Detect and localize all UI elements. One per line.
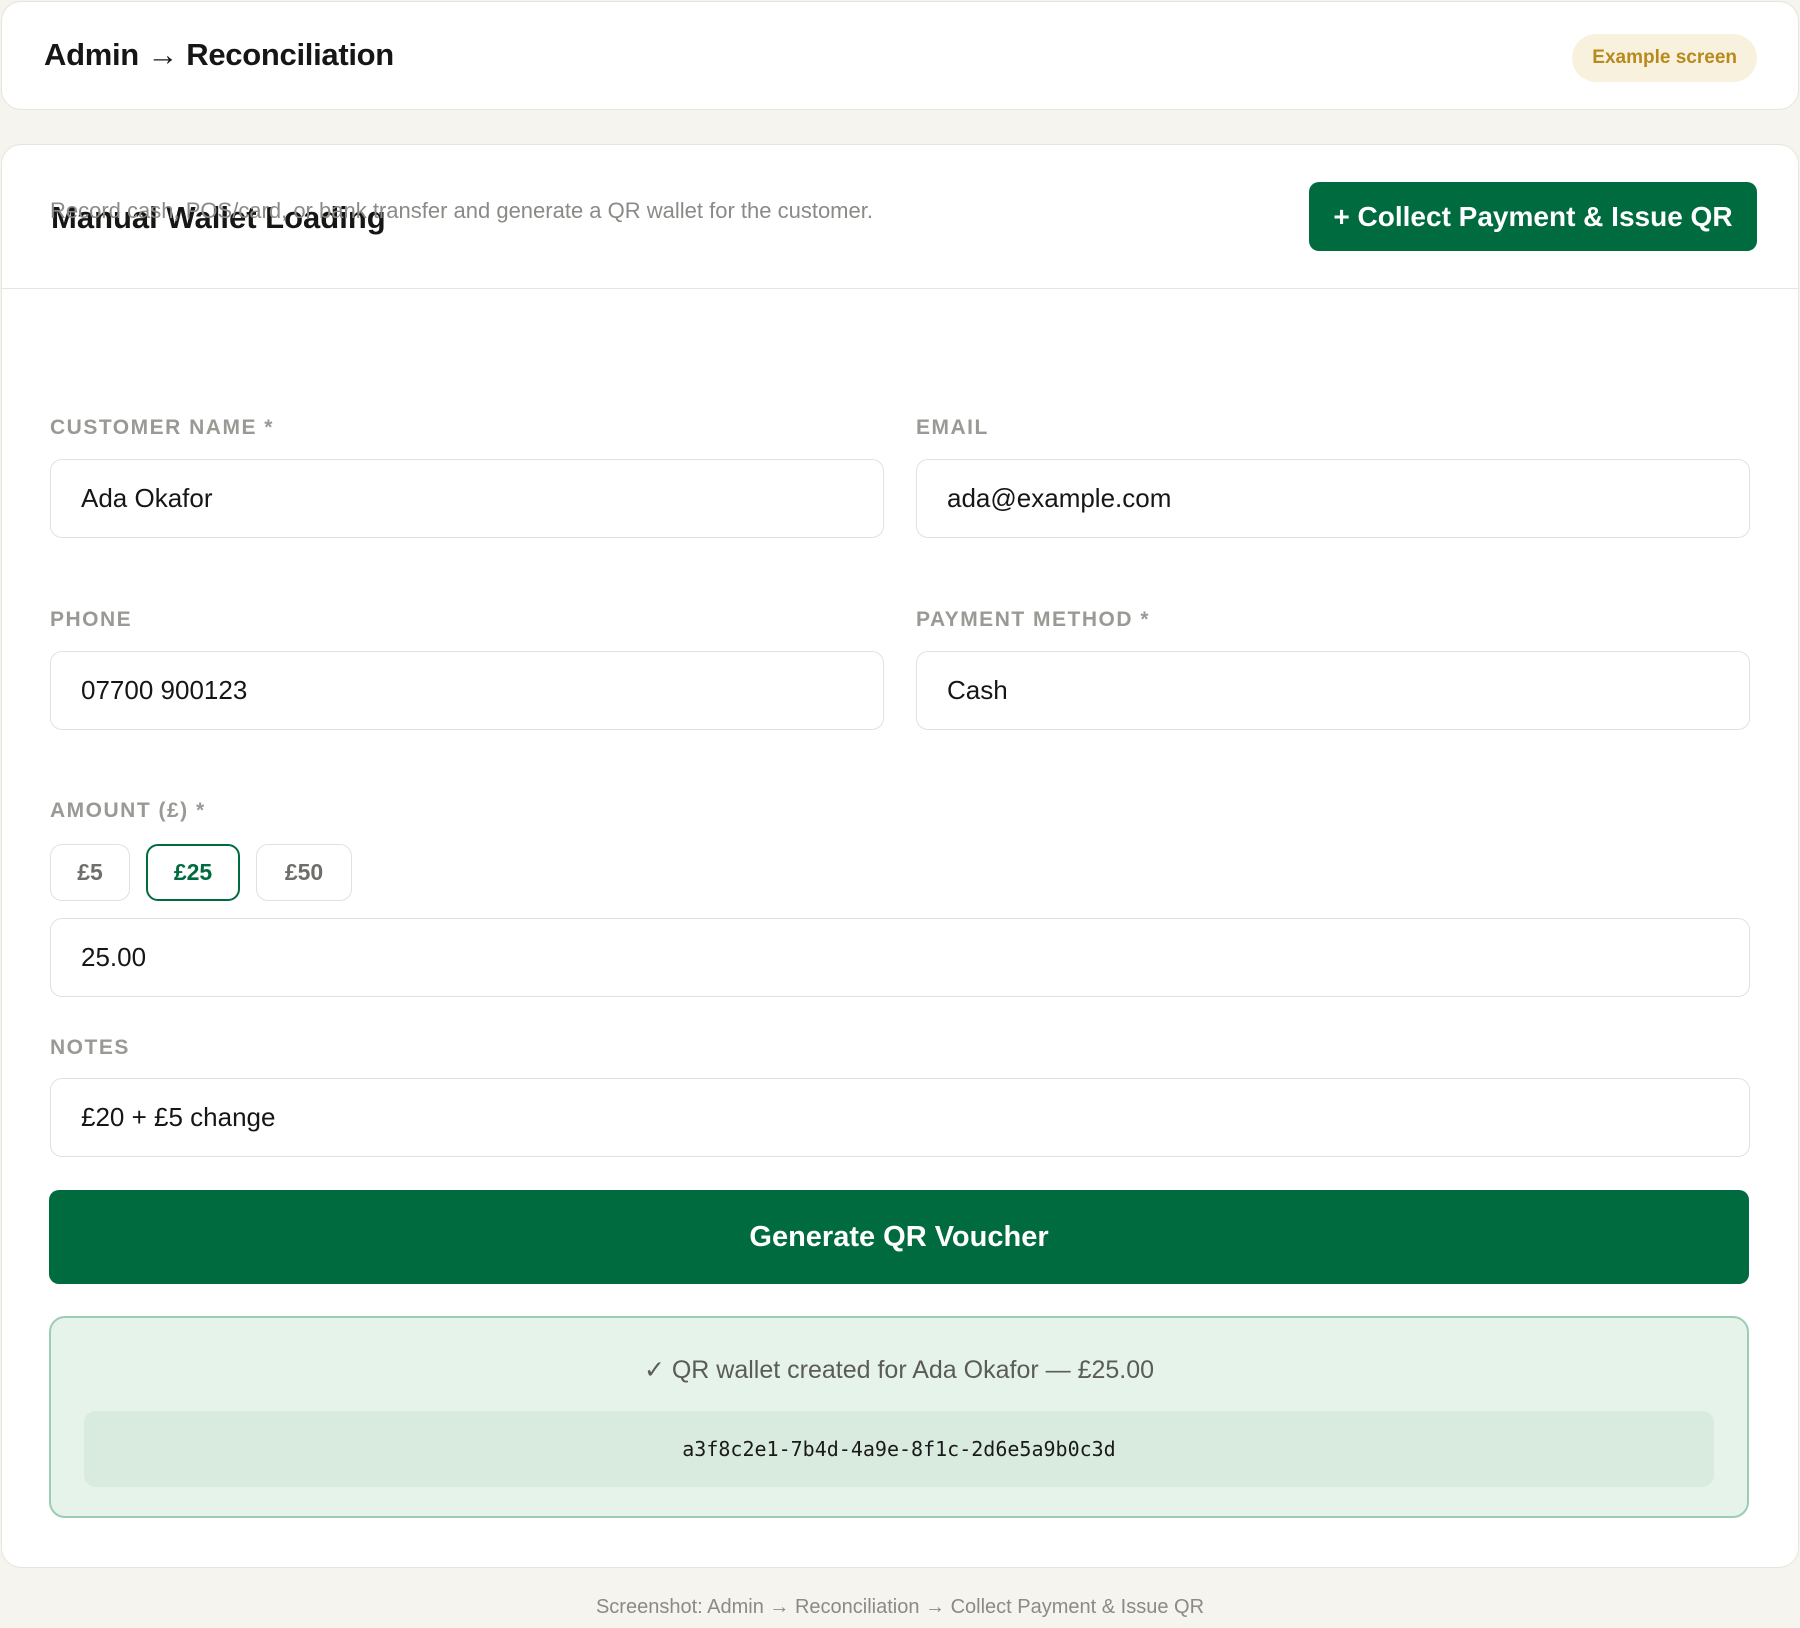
phone-field[interactable]	[50, 651, 884, 730]
top-bar: Admin → Reconciliation Example screen	[1, 1, 1799, 110]
intro-text: Record cash, POS/card, or bank transfer …	[50, 198, 873, 223]
wallet-code: a3f8c2e1-7b4d-4a9e-8f1c-2d6e5a9b0c3d	[84, 1411, 1714, 1487]
notes-field[interactable]	[50, 1078, 1750, 1157]
amount-preset-25[interactable]: £25	[146, 844, 240, 901]
email-field[interactable]	[916, 459, 1750, 538]
customer-name-label: CUSTOMER NAME *	[50, 416, 274, 439]
phone-label: PHONE	[50, 608, 133, 631]
amount-preset-5[interactable]: £5	[50, 844, 130, 901]
amount-field[interactable]	[50, 918, 1750, 997]
example-screen-badge: Example screen	[1572, 34, 1757, 82]
breadcrumb: Admin → Reconciliation	[44, 37, 394, 72]
screenshot-caption: Screenshot: Admin → Reconciliation → Col…	[595, 1596, 1205, 1618]
payment-method-select[interactable]	[916, 651, 1750, 730]
success-panel: ✓ QR wallet created for Ada Okafor — £25…	[49, 1316, 1749, 1518]
amount-label: AMOUNT (£) *	[50, 799, 206, 822]
page: Admin → Reconciliation Example screen Ma…	[0, 0, 1800, 1628]
payment-method-label: PAYMENT METHOD *	[916, 608, 1151, 631]
amount-preset-50[interactable]: £50	[256, 844, 352, 901]
email-label: EMAIL	[916, 416, 989, 439]
success-message: ✓ QR wallet created for Ada Okafor — £25…	[643, 1356, 1155, 1384]
collect-payment-button[interactable]: + Collect Payment & Issue QR	[1309, 182, 1757, 251]
customer-name-field[interactable]	[50, 459, 884, 538]
notes-label: NOTES	[50, 1036, 130, 1059]
generate-qr-voucher-button[interactable]: Generate QR Voucher	[49, 1190, 1749, 1284]
